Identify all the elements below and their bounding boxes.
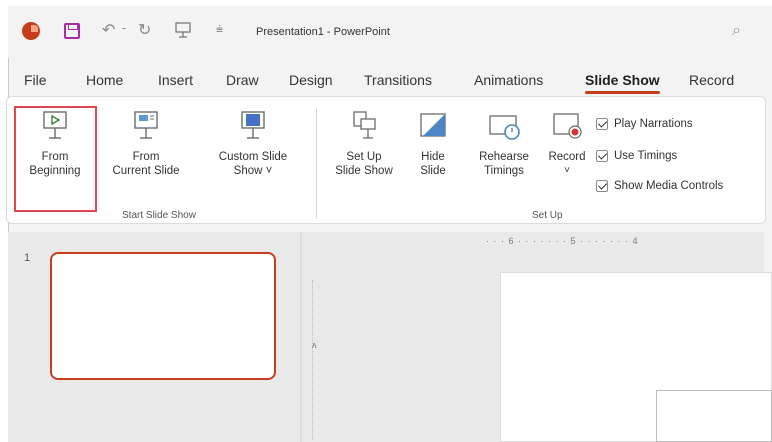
custom-slide-show-button[interactable]: Custom Slide Show ˅	[208, 110, 298, 178]
save-icon[interactable]	[64, 23, 80, 39]
from-current-label-1: From	[132, 151, 160, 163]
checkbox-checked-icon	[596, 150, 608, 162]
tab-slide-show[interactable]: Slide Show	[585, 72, 660, 94]
tab-file[interactable]: File	[24, 72, 47, 88]
from-beginning-icon	[22, 110, 88, 146]
undo-icon[interactable]: ↶	[102, 20, 115, 39]
custom-show-label-2: Show ˅	[233, 165, 273, 177]
tab-home[interactable]: Home	[86, 72, 123, 88]
play-narrations-checkbox[interactable]: Play Narrations	[596, 118, 693, 130]
tab-draw[interactable]: Draw	[226, 72, 259, 88]
from-beginning-label-1: From	[41, 151, 69, 163]
record-icon	[540, 110, 594, 146]
search-icon[interactable]: ⌕	[732, 22, 741, 40]
tab-animations[interactable]: Animations	[474, 72, 543, 88]
set-up-slide-show-icon	[326, 110, 402, 146]
present-icon[interactable]	[174, 21, 192, 44]
group-divider	[316, 108, 317, 218]
checkbox-checked-icon	[596, 118, 608, 130]
document-title: Presentation1 - PowerPoint	[256, 26, 390, 38]
setup-label-1: Set Up	[346, 151, 382, 163]
checkbox-checked-icon	[596, 180, 608, 192]
slide-placeholder[interactable]	[656, 390, 772, 442]
tab-record[interactable]: Record	[689, 72, 734, 88]
pane-divider[interactable]	[300, 232, 302, 442]
tab-insert[interactable]: Insert	[158, 72, 193, 88]
from-beginning-label-2: Beginning	[29, 165, 81, 177]
hide-slide-label-2: Slide	[420, 165, 446, 177]
record-label-1: Record	[548, 151, 586, 163]
record-dropdown-icon[interactable]: ˅	[540, 164, 594, 178]
hide-slide-icon	[410, 110, 456, 146]
vertical-ruler	[312, 280, 322, 440]
from-beginning-button[interactable]: From Beginning	[22, 110, 88, 178]
slide-thumbnail[interactable]	[50, 252, 276, 380]
rehearse-label-1: Rehearse	[479, 151, 529, 163]
start-slide-show-group-label: Start Slide Show	[122, 210, 196, 221]
set-up-slide-show-button[interactable]: Set Up Slide Show	[326, 110, 402, 178]
redo-icon[interactable]: ↻	[138, 20, 151, 39]
slide-number: 1	[24, 252, 31, 264]
title-bar: ↶ - ↻ ⩧ Presentation1 - PowerPoint ⌕	[8, 6, 772, 58]
custom-slide-show-icon	[208, 110, 298, 146]
horizontal-ruler: · · · 6 · · · · · · · 5 · · · · · · · 4	[486, 236, 639, 246]
customize-toolbar-icon[interactable]: ⩧	[216, 22, 223, 37]
hide-slide-button[interactable]: Hide Slide	[410, 110, 456, 178]
use-timings-checkbox[interactable]: Use Timings	[596, 150, 677, 162]
powerpoint-logo-icon	[22, 22, 40, 40]
record-button[interactable]: Record ˅	[540, 110, 594, 178]
tab-design[interactable]: Design	[289, 72, 333, 88]
set-up-group-label: Set Up	[532, 210, 563, 221]
from-current-slide-button[interactable]: From Current Slide	[106, 110, 186, 178]
show-media-controls-label: Show Media Controls	[614, 180, 724, 192]
use-timings-label: Use Timings	[614, 150, 678, 162]
setup-label-2: Slide Show	[335, 165, 393, 177]
rehearse-timings-button[interactable]: Rehearse Timings	[472, 110, 536, 178]
from-current-slide-icon	[106, 110, 186, 146]
rehearse-timings-icon	[472, 110, 536, 146]
custom-show-label-1: Custom Slide	[218, 151, 288, 163]
play-narrations-label: Play Narrations	[614, 118, 693, 130]
show-media-controls-checkbox[interactable]: Show Media Controls	[596, 180, 723, 192]
vertical-ruler-mark: ʌ	[312, 340, 317, 350]
from-current-label-2: Current Slide	[112, 165, 180, 177]
hide-slide-label-1: Hide	[421, 151, 445, 163]
tab-transitions[interactable]: Transitions	[364, 72, 432, 88]
undo-dropdown-icon[interactable]: -	[122, 21, 126, 35]
rehearse-label-2: Timings	[484, 165, 524, 177]
ribbon-tabs: File Home Insert Draw Design Transitions…	[0, 72, 764, 96]
